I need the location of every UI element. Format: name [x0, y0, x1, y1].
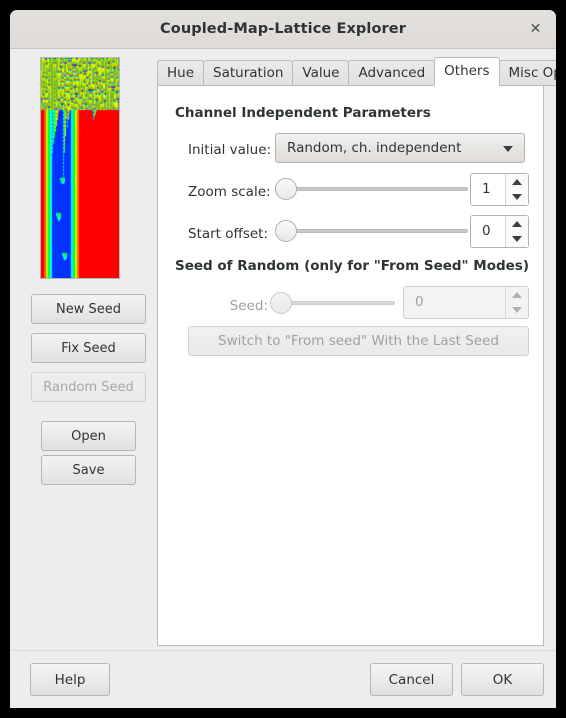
switch-to-from-seed-button: Switch to "From seed" With the Last Seed	[188, 326, 529, 356]
start-offset-slider-track	[275, 229, 468, 233]
spinner-down-icon	[506, 303, 528, 319]
seed-slider-handle	[270, 292, 292, 314]
spinner-down-icon[interactable]	[506, 190, 528, 206]
new-seed-button[interactable]: New Seed	[31, 294, 146, 324]
chevron-down-icon	[503, 146, 513, 152]
fix-seed-button[interactable]: Fix Seed	[31, 333, 146, 363]
tab-misc-ops[interactable]: Misc Ops.	[498, 60, 556, 86]
seed-spinner: 0	[403, 286, 529, 319]
title-bar: Coupled-Map-Lattice Explorer ✕	[10, 10, 556, 49]
seed-value: 0	[415, 294, 424, 310]
spinner-up-icon[interactable]	[506, 216, 528, 232]
initial-value-combobox[interactable]: Random, ch. independent	[275, 133, 525, 163]
ok-button[interactable]: OK	[461, 663, 544, 696]
start-offset-spinner[interactable]: 0	[470, 215, 529, 248]
action-bar: Help Cancel OK	[10, 650, 556, 708]
zoom-scale-slider-handle[interactable]	[275, 178, 297, 200]
close-icon[interactable]: ✕	[527, 21, 544, 38]
save-button[interactable]: Save	[41, 455, 136, 485]
initial-value-selected-text: Random, ch. independent	[287, 140, 462, 156]
spinner-up-icon[interactable]	[506, 174, 528, 190]
window-title: Coupled-Map-Lattice Explorer	[160, 21, 406, 37]
zoom-scale-spinner-buttons	[505, 174, 528, 205]
random-seed-button: Random Seed	[31, 372, 146, 402]
group-title-channel-independent: Channel Independent Parameters	[175, 105, 431, 121]
seed-spinner-buttons	[505, 287, 528, 318]
tab-others[interactable]: Others	[434, 57, 500, 86]
notebook: Hue Saturation Value Advanced Others Mis…	[157, 57, 556, 646]
tab-hue[interactable]: Hue	[157, 60, 205, 86]
spinner-down-icon[interactable]	[506, 232, 528, 248]
dialog-body: New Seed Fix Seed Random Seed Open Save …	[10, 49, 556, 708]
tab-value[interactable]: Value	[292, 60, 350, 86]
start-offset-label: Start offset:	[188, 226, 269, 242]
start-offset-value: 0	[482, 223, 491, 239]
start-offset-slider-handle[interactable]	[275, 220, 297, 242]
open-button[interactable]: Open	[41, 421, 136, 451]
group-title-seed-of-random: Seed of Random (only for "From Seed" Mod…	[175, 258, 530, 274]
tab-saturation[interactable]: Saturation	[203, 60, 294, 86]
zoom-scale-value: 1	[482, 181, 491, 197]
help-button[interactable]: Help	[30, 663, 110, 696]
dialog-window: Coupled-Map-Lattice Explorer ✕ New Seed …	[10, 10, 556, 708]
spinner-up-icon	[506, 287, 528, 303]
start-offset-spinner-buttons	[505, 216, 528, 247]
lattice-preview	[40, 57, 120, 279]
left-panel: New Seed Fix Seed Random Seed Open Save	[10, 49, 148, 649]
zoom-scale-slider[interactable]	[275, 178, 468, 200]
tab-page-others: Channel Independent Parameters Initial v…	[157, 85, 544, 646]
zoom-scale-spinner[interactable]: 1	[470, 173, 529, 206]
start-offset-slider[interactable]	[275, 220, 468, 242]
cancel-button[interactable]: Cancel	[370, 663, 453, 696]
seed-label: Seed:	[229, 298, 268, 314]
zoom-scale-label: Zoom scale:	[188, 184, 271, 200]
lattice-preview-canvas	[41, 58, 119, 278]
seed-slider	[270, 292, 395, 314]
tab-advanced[interactable]: Advanced	[348, 60, 436, 86]
zoom-scale-slider-track	[275, 187, 468, 191]
initial-value-label: Initial value:	[188, 142, 272, 158]
tab-strip: Hue Saturation Value Advanced Others Mis…	[157, 57, 556, 86]
